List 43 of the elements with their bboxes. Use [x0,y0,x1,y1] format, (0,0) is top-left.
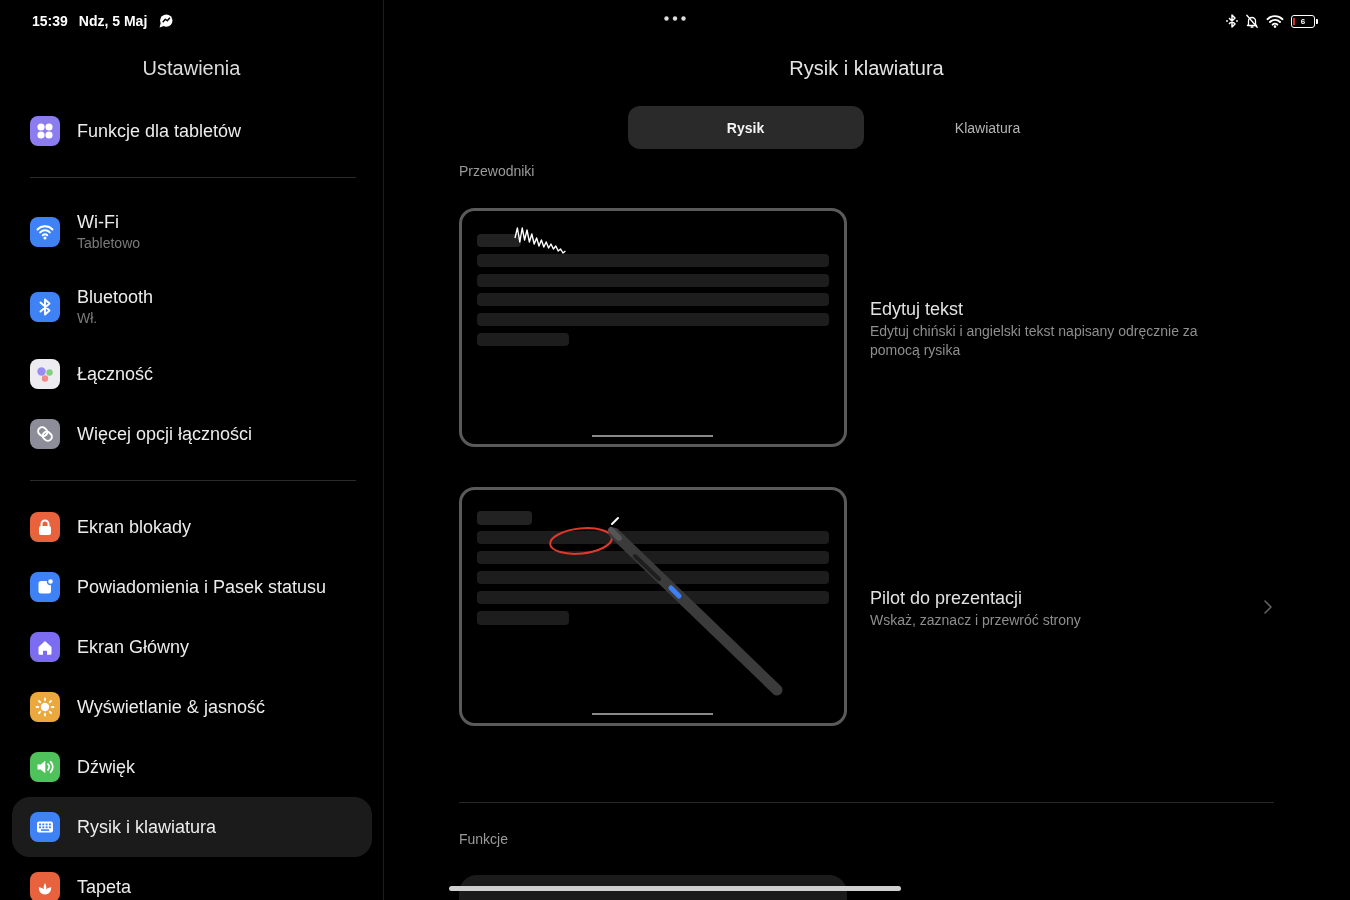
status-date: Ndz, 5 Maj [78,12,148,30]
more-dots-icon[interactable] [664,15,686,21]
battery-indicator: 6 [1291,14,1318,28]
sidebar-item[interactable]: Więcej opcji łączności [12,404,372,464]
keyboard-icon [30,812,60,842]
section-heading: Funkcje [459,830,509,849]
sidebar-item[interactable]: Ekran blokady [12,497,372,557]
bluetooth-icon [1226,14,1238,28]
status-time: 15:39 [32,12,68,30]
link-icon [30,419,60,449]
section-heading: Przewodniki [459,162,535,181]
guide-title: Edytuj tekst [870,298,964,321]
sidebar-item[interactable]: Tapeta [12,857,372,900]
sidebar-item[interactable]: Łączność [12,344,372,404]
sidebar-item[interactable]: Funkcje dla tabletów [12,101,372,161]
sidebar-item[interactable]: Rysik i klawiatura [12,797,372,857]
sidebar-item[interactable]: Dźwięk [12,737,372,797]
bluetooth-icon [30,291,60,322]
chevron-right-icon[interactable] [1264,599,1272,614]
four-dots-icon [30,116,60,146]
bell-off-icon [1245,14,1259,28]
tab[interactable]: Klawiatura [869,106,1106,149]
sidebar-item[interactable]: Powiadomienia i Pasek statusu [12,557,372,617]
tulip-icon [30,872,60,900]
speaker-icon [30,752,60,782]
sidebar-item[interactable]: Ekran Główny [12,617,372,677]
notification-icon [30,572,60,602]
sidebar-item[interactable]: Wyświetlanie & jasność [12,677,372,737]
sidebar-item[interactable]: Wi-Fi Tabletowo [12,194,372,269]
sidebar-item[interactable]: Bluetooth Wł. [12,269,372,344]
sidebar-title: Ustawienia [142,56,241,81]
lock-icon [30,512,60,542]
wifi-icon [30,216,60,247]
colored-dots-icon [30,359,60,389]
page-title: Rysik i klawiatura [789,56,944,81]
chat-bubble-icon [159,14,174,28]
sun-icon [30,692,60,722]
home-icon [30,632,60,662]
guide-description: Edytuj chiński i angielski tekst napisany odręcznie za pomocą rysika [870,322,1199,360]
wifi-icon [1266,14,1284,28]
tab[interactable]: Rysik [627,106,864,149]
guide-title: Pilot do prezentacji [870,586,1023,610]
guide-description: Wskaż, zaznacz i przewróć strony [870,610,1081,630]
